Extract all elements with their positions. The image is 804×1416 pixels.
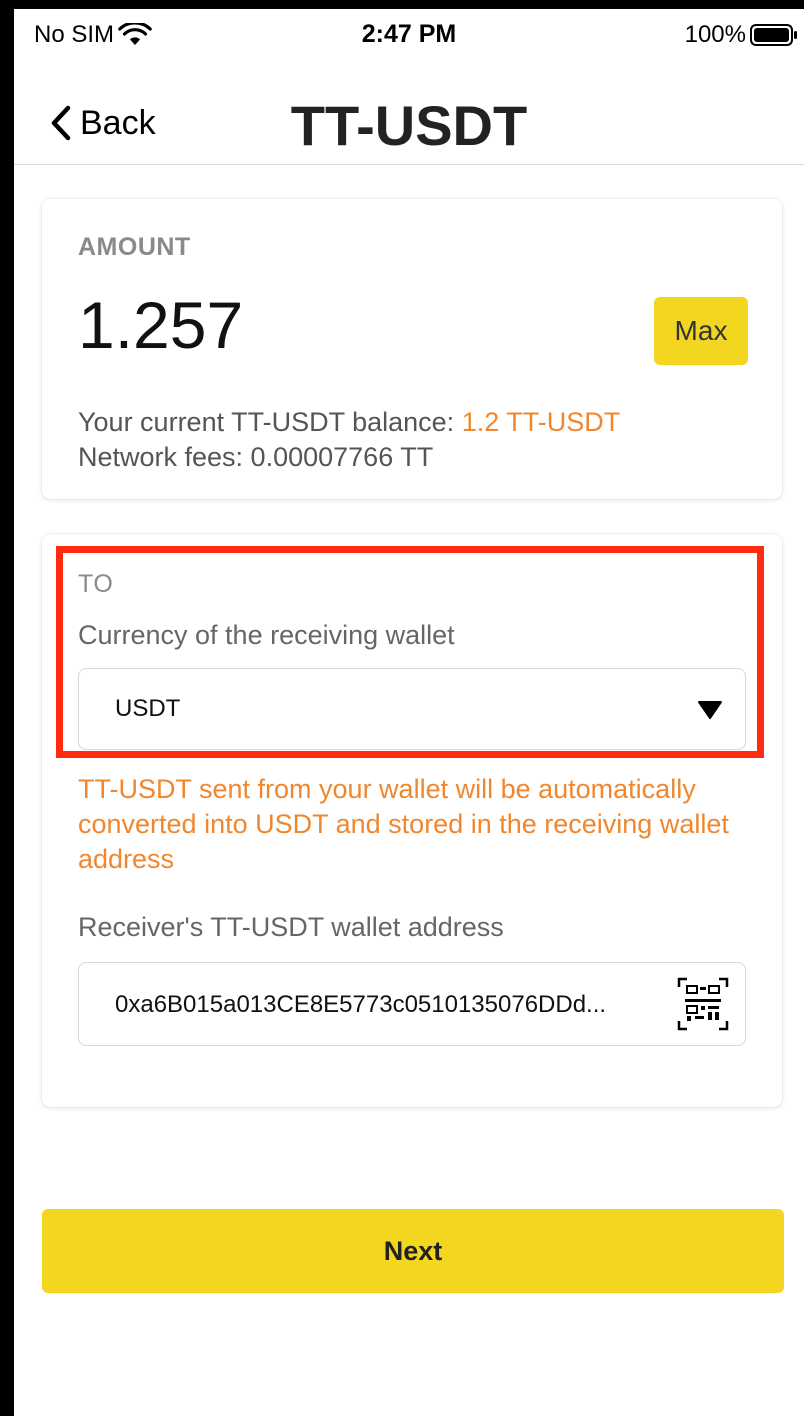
conversion-notice: TT-USDT sent from your wallet will be au… [78, 774, 729, 874]
amount-label: AMOUNT [78, 233, 191, 261]
max-button[interactable]: Max [654, 297, 748, 365]
navigation-bar: Back TT-USDT [14, 61, 804, 165]
balance-prefix: Your current TT-USDT balance: [78, 407, 462, 437]
balance-value: 1.2 TT-USDT [461, 407, 621, 437]
amount-input[interactable]: 1.257 [78, 287, 243, 363]
wallet-address-field[interactable]: 0xa6B015a013CE8E5773c0510135076DDd... [78, 962, 746, 1046]
battery-full-icon [750, 24, 797, 46]
wallet-address-value: 0xa6B015a013CE8E5773c0510135076DDd... [115, 991, 607, 1018]
next-button[interactable]: Next [42, 1209, 784, 1293]
screen: No SIM 2:47 PM 100% Back TT-USDT AMOUNT … [14, 9, 804, 1416]
page-title: TT-USDT [290, 94, 528, 157]
qr-scan-icon[interactable] [677, 977, 729, 1031]
balance-text: Your current TT-USDT balance: 1.2 TT-USD… [78, 407, 620, 438]
network-fees-text: Network fees: 0.00007766 TT [78, 442, 434, 472]
amount-card: AMOUNT 1.257 Max Your current TT-USDT ba… [42, 199, 782, 499]
status-bar: No SIM 2:47 PM 100% [14, 9, 804, 61]
address-label: Receiver's TT-USDT wallet address [78, 912, 504, 942]
highlight-annotation-box [56, 546, 764, 758]
battery-percent-label: 100% [684, 21, 746, 48]
